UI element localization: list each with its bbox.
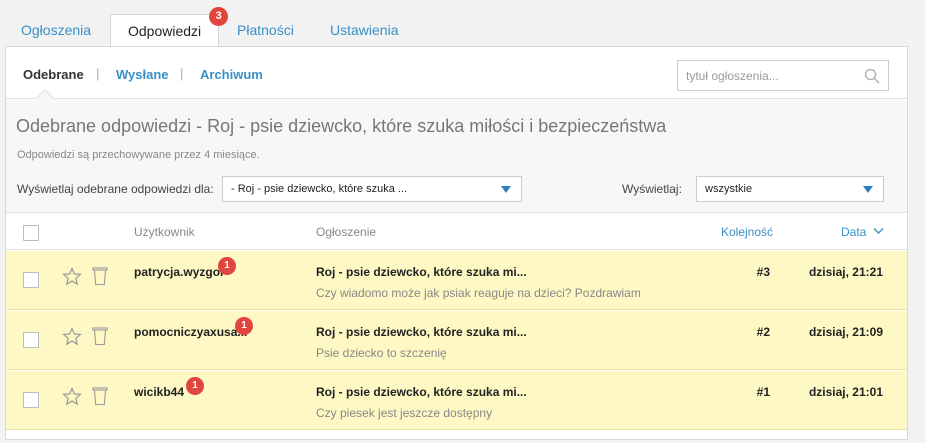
ad-title-search [677, 60, 889, 91]
trash-icon[interactable] [92, 326, 108, 346]
column-order-sort[interactable]: Kolejność [721, 225, 773, 239]
search-icon[interactable] [864, 68, 880, 84]
tab-label: Ustawienia [330, 22, 399, 38]
row-checkbox[interactable] [23, 392, 39, 408]
retention-note: Odpowiedzi są przechowywane przez 4 mies… [17, 149, 260, 161]
row-checkbox[interactable] [23, 332, 39, 348]
user-name[interactable]: patrycja.wyzgol [134, 265, 223, 279]
unread-count-badge: 3 [209, 7, 229, 26]
message-date: dzisiaj, 21:01 [808, 385, 883, 399]
message-preview: Czy piesek jest jeszcze dostępny [316, 406, 493, 420]
tab-ogloszenia[interactable]: Ogłoszenia [21, 14, 91, 47]
order-number: #1 [756, 385, 770, 399]
chevron-down-icon [873, 228, 884, 234]
column-date-label: Data [841, 225, 867, 239]
message-preview: Czy wiadomo może jak psiak reaguje na dz… [316, 286, 641, 300]
tab-platnosci[interactable]: Płatności [237, 14, 294, 47]
tab-label: Płatności [237, 22, 294, 38]
star-icon[interactable] [62, 267, 82, 286]
subnav-wyslane[interactable]: Wysłane [116, 67, 169, 82]
star-icon[interactable] [62, 327, 82, 346]
chevron-down-icon [863, 186, 873, 193]
subnav: Odebrane | Wysłane | Archiwum [6, 47, 907, 99]
tab-ustawienia[interactable]: Ustawienia [330, 14, 398, 47]
table-header: Użytkownik Ogłoszenie Kolejność Data [6, 214, 907, 250]
trash-icon[interactable] [92, 266, 108, 286]
responses-panel: Odebrane | Wysłane | Archiwum Odebrane o… [5, 46, 908, 440]
page-scrollbar[interactable] [909, 46, 925, 440]
page-title: Odebrane odpowiedzi - Roj - psie dziewck… [16, 116, 667, 136]
unread-badge: 1 [186, 377, 204, 395]
subnav-odebrane[interactable]: Odebrane [23, 67, 84, 82]
message-date: dzisiaj, 21:21 [808, 265, 883, 279]
subnav-separator: | [96, 66, 100, 81]
column-ad: Ogłoszenie [316, 225, 377, 239]
ad-title-link[interactable]: Roj - psie dziewcko, które szuka mi... [316, 325, 527, 339]
ad-filter-select[interactable]: - Roj - psie dziewcko, które szuka ... [222, 176, 522, 202]
subnav-archiwum[interactable]: Archiwum [200, 67, 263, 82]
table-row[interactable]: wicikb44 1 Roj - psie dziewcko, które sz… [6, 371, 907, 430]
star-icon[interactable] [62, 387, 82, 406]
ad-title-link[interactable]: Roj - psie dziewcko, które szuka mi... [316, 265, 527, 279]
unread-badge: 1 [218, 257, 236, 275]
ad-filter-value: - Roj - psie dziewcko, które szuka ... [231, 183, 408, 195]
display-filter-label: Wyświetlaj: [622, 182, 682, 196]
tab-label: Odpowiedzi [128, 23, 202, 39]
table-row[interactable]: patrycja.wyzgol 1 Roj - psie dziewcko, k… [6, 251, 907, 310]
table-row[interactable]: pomocniczyaxusa... 1 Roj - psie dziewcko… [6, 311, 907, 370]
subnav-separator: | [180, 66, 184, 81]
message-preview: Psie dziecko to szczenię [316, 346, 447, 360]
display-filter-select[interactable]: wszystkie [696, 176, 884, 202]
select-all-checkbox[interactable] [23, 225, 39, 241]
trash-icon[interactable] [92, 386, 108, 406]
column-user: Użytkownik [134, 225, 195, 239]
chevron-down-icon [501, 186, 511, 193]
unread-badge: 1 [235, 317, 253, 335]
display-filter-value: wszystkie [705, 183, 753, 195]
row-checkbox[interactable] [23, 272, 39, 288]
tab-odpowiedzi[interactable]: Odpowiedzi 3 [110, 7, 229, 47]
responses-header: Odebrane odpowiedzi - Roj - psie dziewck… [6, 100, 907, 213]
tab-label: Ogłoszenia [21, 22, 92, 38]
user-name[interactable]: wicikb44 [134, 385, 184, 399]
ad-filter-label: Wyświetlaj odebrane odpowiedzi dla: [17, 182, 214, 196]
order-number: #3 [756, 265, 770, 279]
user-name[interactable]: pomocniczyaxusa... [134, 325, 247, 339]
column-date-sort[interactable]: Data [841, 225, 884, 239]
top-tabs: Ogłoszenia Odpowiedzi 3 Płatności Ustawi… [0, 0, 925, 47]
search-input[interactable] [678, 61, 858, 90]
order-number: #2 [756, 325, 770, 339]
ad-title-link[interactable]: Roj - psie dziewcko, które szuka mi... [316, 385, 527, 399]
message-date: dzisiaj, 21:09 [808, 325, 883, 339]
